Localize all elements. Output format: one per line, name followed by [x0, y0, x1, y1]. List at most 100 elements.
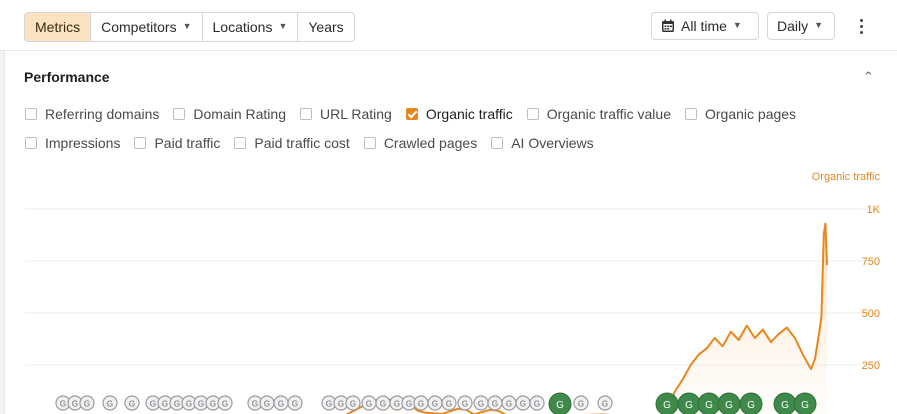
- tab-locations[interactable]: Locations ▼: [203, 13, 299, 41]
- metric-organic-pages[interactable]: Organic pages: [685, 106, 796, 122]
- svg-text:G: G: [781, 400, 789, 411]
- annotation-marker[interactable]: G: [573, 395, 589, 411]
- checkbox[interactable]: [526, 108, 539, 120]
- svg-text:G: G: [264, 400, 270, 409]
- tab-locations-label: Locations: [212, 19, 273, 35]
- annotation-marker-highlight[interactable]: G: [697, 392, 721, 414]
- tab-years[interactable]: Years: [298, 13, 353, 41]
- svg-text:G: G: [292, 400, 298, 409]
- annotation-marker[interactable]: G: [375, 395, 391, 411]
- metric-impressions[interactable]: Impressions: [25, 135, 120, 151]
- metric-toggle-row-2: Impressions Paid traffic Paid traffic co…: [25, 135, 608, 151]
- checkbox[interactable]: [234, 137, 247, 149]
- metric-referring-domains[interactable]: Referring domains: [25, 106, 159, 122]
- annotation-marker-highlight[interactable]: G: [655, 392, 679, 414]
- annotation-marker-highlight[interactable]: G: [739, 392, 763, 414]
- annotation-marker[interactable]: G: [529, 395, 545, 411]
- metric-url-rating[interactable]: URL Rating: [300, 106, 392, 122]
- checkbox[interactable]: [363, 137, 376, 149]
- metric-label: Paid traffic cost: [254, 135, 350, 151]
- annotation-marker[interactable]: G: [217, 395, 233, 411]
- tab-years-label: Years: [308, 19, 344, 35]
- annotation-marker[interactable]: G: [102, 395, 118, 411]
- metric-organic-traffic-value[interactable]: Organic traffic value: [526, 106, 671, 122]
- y-tick-label: 500: [862, 308, 880, 320]
- checkbox[interactable]: [134, 137, 147, 149]
- y-axis-ticks: 250 500 750 1K: [862, 204, 881, 372]
- annotation-marker[interactable]: G: [273, 395, 289, 411]
- svg-text:G: G: [326, 400, 332, 409]
- checkbox[interactable]: [25, 108, 37, 120]
- svg-text:G: G: [394, 400, 400, 409]
- date-range-dropdown[interactable]: All time ▼: [651, 12, 759, 40]
- checkbox[interactable]: [685, 108, 697, 120]
- svg-text:G: G: [705, 400, 713, 411]
- annotation-marker-highlight[interactable]: G: [773, 392, 797, 414]
- svg-text:G: G: [663, 400, 671, 411]
- annotation-marker[interactable]: G: [441, 395, 457, 411]
- svg-text:G: G: [186, 400, 192, 409]
- svg-text:G: G: [492, 400, 498, 409]
- toolbar: Metrics Competitors ▼ Locations ▼ Years: [0, 0, 897, 51]
- annotation-marker-highlight[interactable]: G: [548, 392, 572, 414]
- interval-dropdown[interactable]: Daily ▼: [767, 12, 835, 40]
- annotation-marker[interactable]: G: [487, 395, 503, 411]
- svg-text:G: G: [446, 400, 452, 409]
- svg-text:G: G: [222, 400, 228, 409]
- chevron-down-icon: ▼: [182, 21, 192, 31]
- section-title: Performance: [24, 69, 110, 85]
- svg-text:G: G: [210, 400, 216, 409]
- annotation-markers: G G G G G G G G G G G G G G G G G G G G G G G G G G G G G G G G G GG G G G G G…: [55, 392, 817, 414]
- svg-text:G: G: [534, 400, 540, 409]
- kebab-menu-icon[interactable]: [853, 14, 869, 38]
- svg-text:G: G: [60, 400, 66, 409]
- annotation-marker[interactable]: G: [287, 395, 303, 411]
- annotation-marker[interactable]: G: [345, 395, 361, 411]
- checkbox-checked[interactable]: [405, 108, 418, 120]
- annotation-marker-highlight[interactable]: G: [717, 392, 741, 414]
- metric-paid-traffic-cost[interactable]: Paid traffic cost: [234, 135, 350, 151]
- metric-label: Paid traffic: [154, 135, 221, 151]
- metric-domain-rating[interactable]: Domain Rating: [173, 106, 286, 122]
- annotation-marker-highlight[interactable]: G: [677, 392, 701, 414]
- svg-text:G: G: [520, 400, 526, 409]
- annotation-marker[interactable]: G: [124, 395, 140, 411]
- metric-ai-overviews[interactable]: AI Overviews: [491, 135, 594, 151]
- annotation-marker[interactable]: G: [259, 395, 275, 411]
- annotation-marker[interactable]: G: [413, 395, 429, 411]
- checkbox[interactable]: [25, 137, 37, 149]
- metric-paid-traffic[interactable]: Paid traffic: [134, 135, 220, 151]
- metric-label: Organic traffic: [425, 106, 513, 122]
- svg-text:G: G: [84, 400, 90, 409]
- y-tick-label: 750: [862, 256, 880, 268]
- annotation-marker[interactable]: G: [515, 395, 531, 411]
- svg-text:G: G: [432, 400, 438, 409]
- annotation-marker[interactable]: G: [501, 395, 517, 411]
- checkbox[interactable]: [173, 108, 186, 120]
- chevron-down-icon: ▼: [732, 20, 742, 30]
- annotation-marker[interactable]: G: [473, 395, 489, 411]
- metric-crawled-pages[interactable]: Crawled pages: [363, 135, 477, 151]
- annotation-marker[interactable]: G: [457, 395, 473, 411]
- chevron-up-icon[interactable]: ⌃: [863, 69, 874, 85]
- svg-text:G: G: [462, 400, 468, 409]
- tab-competitors[interactable]: Competitors ▼: [91, 13, 203, 41]
- metric-label: Organic traffic value: [546, 106, 671, 122]
- annotation-marker[interactable]: G: [597, 395, 613, 411]
- interval-label: Daily: [777, 18, 809, 34]
- performance-panel: Performance ⌃ Referring domains Domain R…: [4, 51, 897, 414]
- annotation-marker-highlight[interactable]: G: [793, 392, 817, 414]
- chevron-down-icon: ▼: [814, 20, 824, 30]
- svg-text:G: G: [350, 400, 356, 409]
- metric-organic-traffic[interactable]: Organic traffic: [405, 106, 513, 122]
- annotation-marker[interactable]: G: [361, 395, 377, 411]
- metric-label: URL Rating: [320, 106, 392, 122]
- metric-label: Domain Rating: [193, 106, 286, 122]
- annotation-marker[interactable]: G: [427, 395, 443, 411]
- checkbox[interactable]: [300, 108, 312, 120]
- svg-text:G: G: [478, 400, 484, 409]
- app-root: Metrics Competitors ▼ Locations ▼ Years: [0, 0, 897, 414]
- tab-metrics[interactable]: Metrics: [25, 13, 92, 41]
- checkbox[interactable]: [491, 137, 504, 149]
- annotation-marker[interactable]: G: [79, 395, 95, 411]
